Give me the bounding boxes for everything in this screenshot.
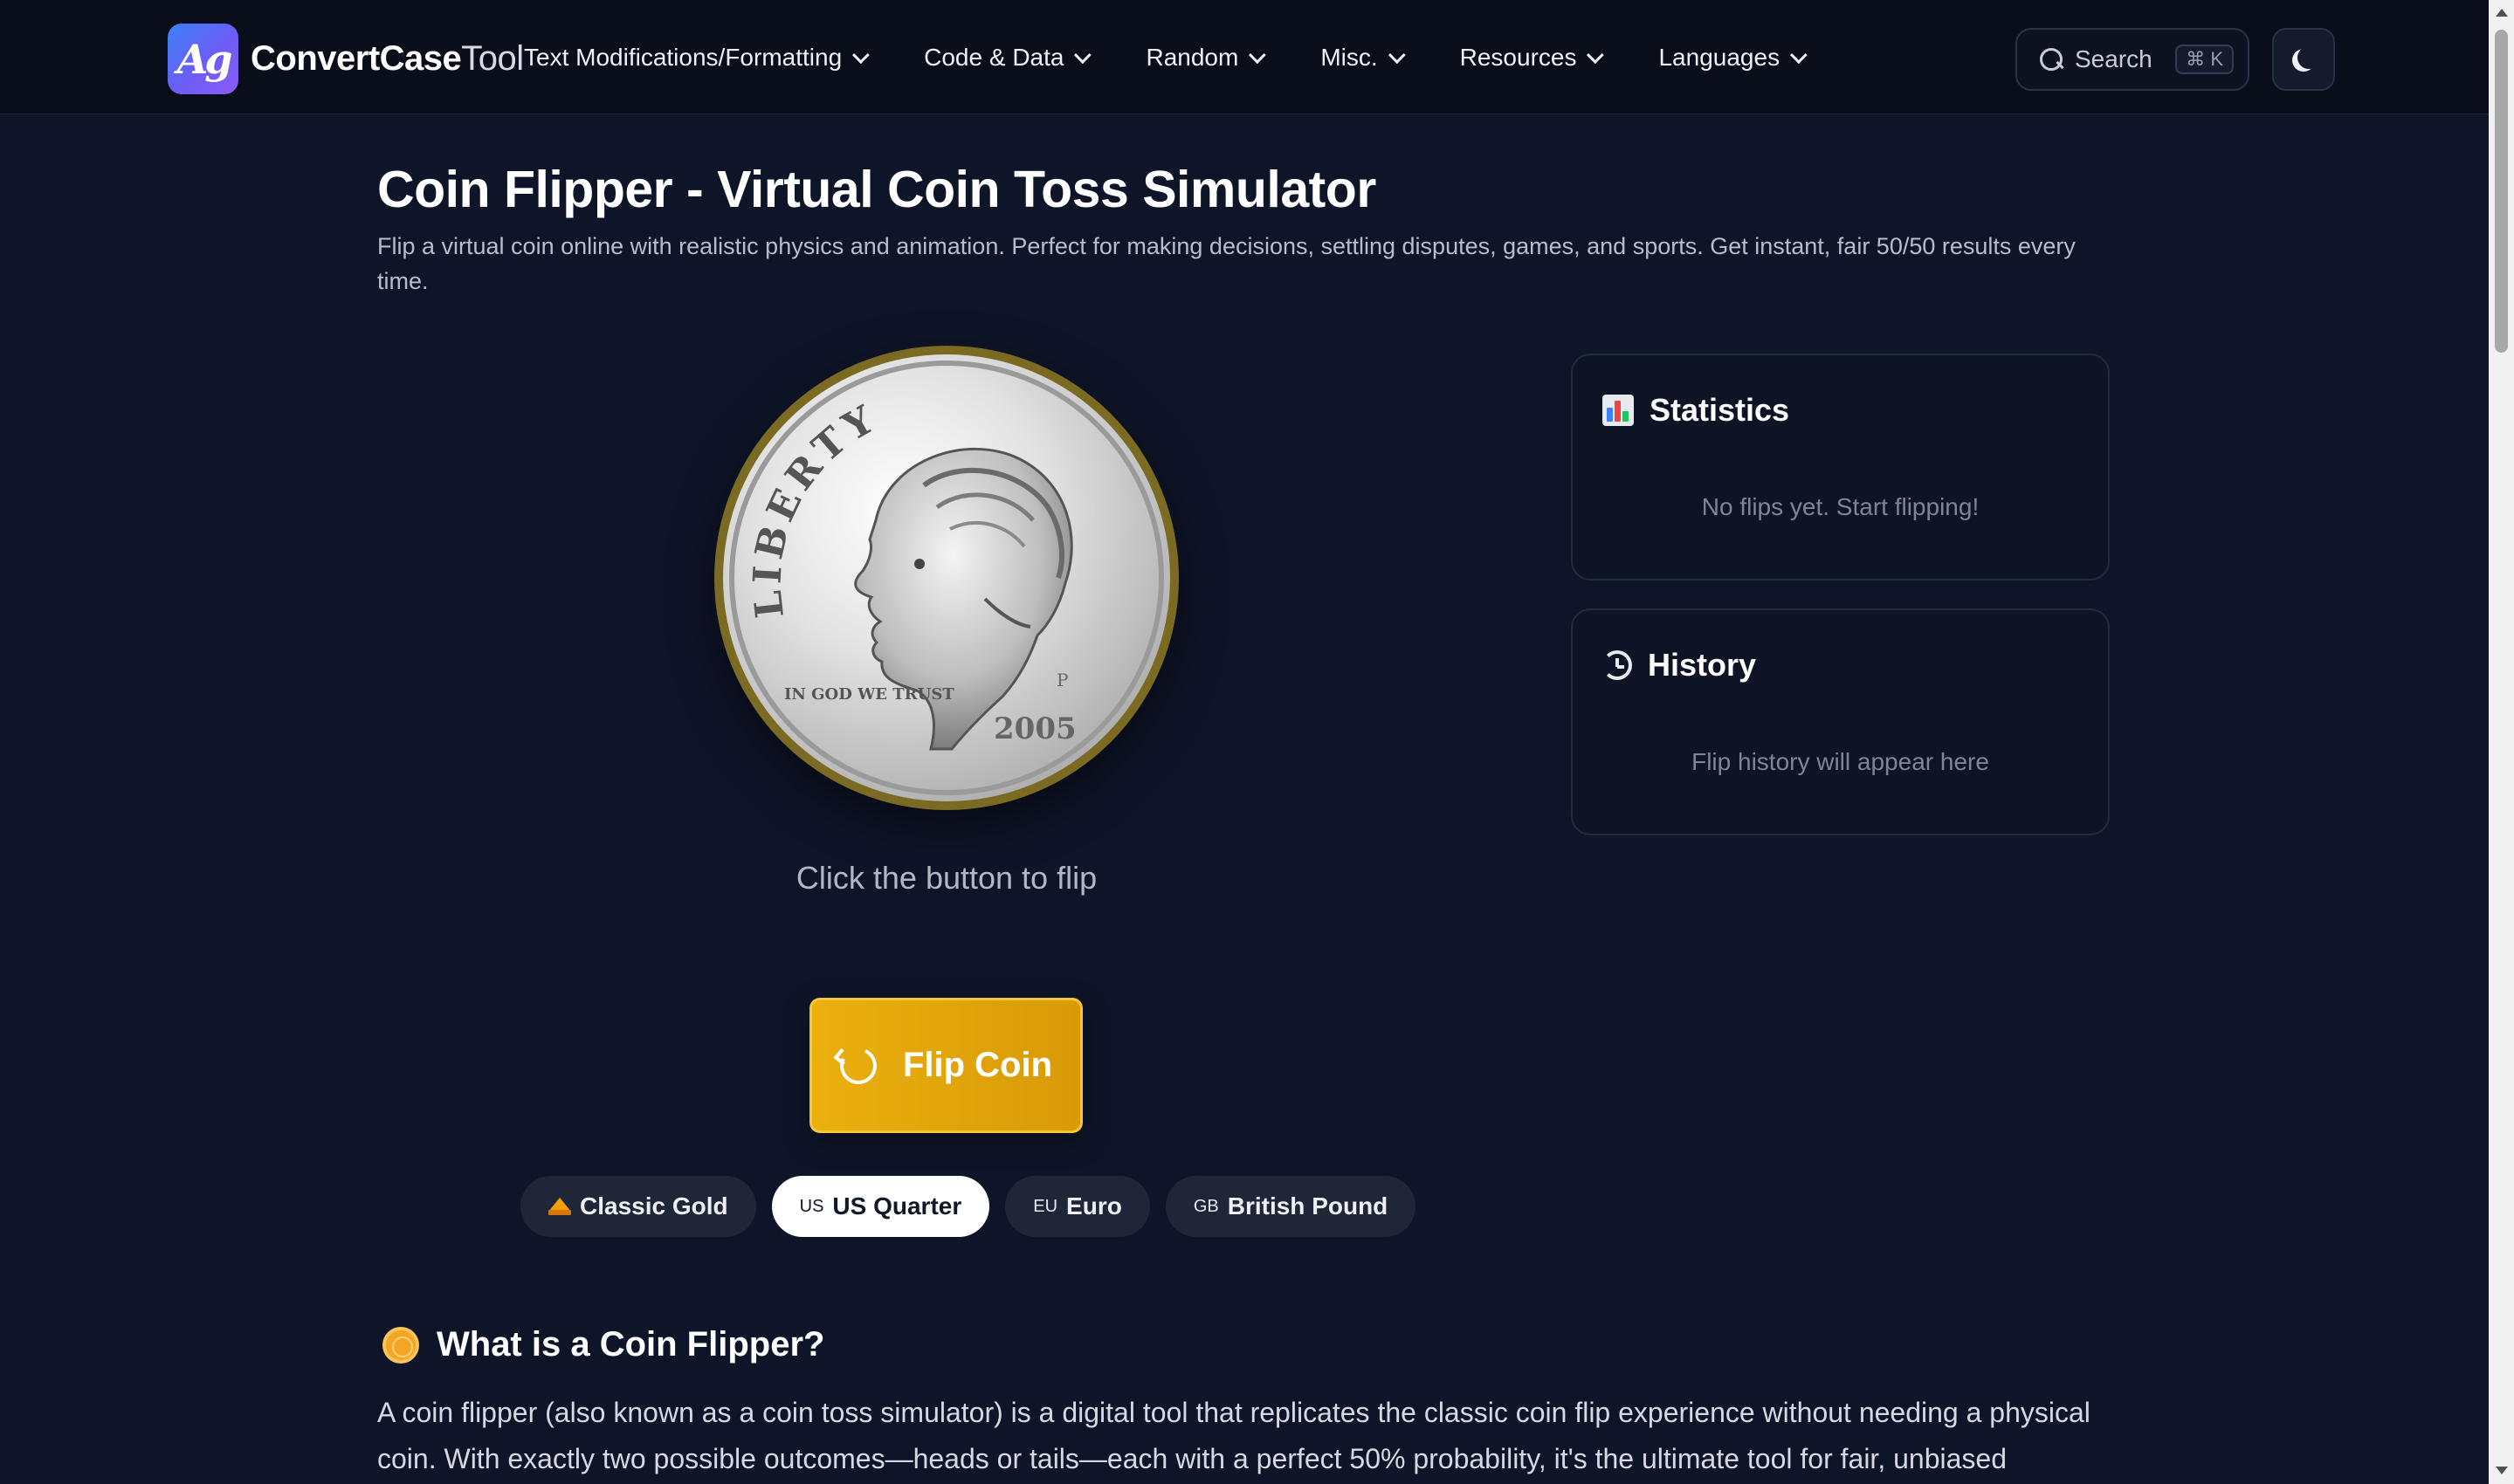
- logo-icon: Ag: [168, 24, 238, 94]
- nav-random[interactable]: Random: [1146, 44, 1267, 72]
- search-shortcut: ⌘ K: [2175, 45, 2234, 74]
- nav-code-data[interactable]: Code & Data: [924, 44, 1092, 72]
- chevron-down-icon: [1587, 45, 1605, 64]
- statistics-header: Statistics: [1602, 392, 1789, 429]
- chevron-down-icon: [1074, 45, 1092, 64]
- coin-face: LIBERTY IN GOD WE TRUST 2005 P: [723, 354, 1170, 801]
- history-empty-text: Flip history will appear here: [1691, 748, 1989, 775]
- history-header: History: [1602, 647, 1756, 684]
- chevron-down-icon: [1249, 45, 1267, 64]
- nav-resources[interactable]: Resources: [1460, 44, 1605, 72]
- section-heading: What is a Coin Flipper?: [382, 1325, 824, 1364]
- statistics-title: Statistics: [1650, 392, 1790, 428]
- scroll-down-arrow[interactable]: [2496, 1467, 2508, 1474]
- page-title: Coin Flipper - Virtual Coin Toss Simulat…: [377, 161, 1376, 218]
- history-icon: [1602, 650, 1632, 680]
- coin-style-selector: Classic Gold US US Quarter EU Euro GB Br…: [520, 1176, 1416, 1237]
- history-title: History: [1648, 647, 1757, 683]
- scroll-up-arrow[interactable]: [2496, 9, 2508, 17]
- svg-text:P: P: [1057, 670, 1068, 690]
- flag-us-icon: US: [799, 1196, 824, 1216]
- svg-text:2005: 2005: [994, 711, 1077, 746]
- scrollbar-thumb[interactable]: [2495, 30, 2508, 353]
- history-panel: History Flip history will appear here: [1571, 608, 2110, 835]
- page-scrollbar[interactable]: [2489, 0, 2514, 1484]
- section-paragraph: A coin flipper (also known as a coin tos…: [377, 1397, 2090, 1474]
- bar-chart-icon: [1602, 395, 1634, 426]
- rotate-icon: [835, 1041, 882, 1089]
- nav-languages[interactable]: Languages: [1658, 44, 1808, 72]
- style-us-quarter[interactable]: US US Quarter: [771, 1176, 990, 1237]
- style-euro[interactable]: EU Euro: [1005, 1176, 1150, 1237]
- chevron-down-icon: [1388, 45, 1406, 64]
- search-label: Search: [2075, 45, 2152, 72]
- crown-icon: [548, 1198, 571, 1215]
- nav-text-modifications[interactable]: Text Modifications/Formatting: [524, 44, 870, 72]
- coin[interactable]: LIBERTY IN GOD WE TRUST 2005 P: [714, 346, 1179, 810]
- statistics-empty-text: No flips yet. Start flipping!: [1701, 493, 1980, 520]
- top-navbar: Ag ConvertCaseTool Text Modifications/Fo…: [0, 0, 2489, 114]
- page-subtitle: Flip a virtual coin online with realisti…: [377, 233, 2076, 294]
- search-icon: [2040, 48, 2063, 71]
- main-nav: Text Modifications/Formatting Code & Dat…: [524, 0, 1862, 114]
- flip-coin-button[interactable]: Flip Coin: [809, 998, 1083, 1133]
- flag-eu-icon: EU: [1033, 1196, 1058, 1216]
- flip-hint-text: Click the button to flip: [796, 860, 1098, 896]
- flip-coin-label: Flip Coin: [902, 1046, 1053, 1084]
- logo-text: ConvertCaseTool: [251, 39, 524, 78]
- search-button[interactable]: Search ⌘ K: [2015, 28, 2249, 91]
- flag-gb-icon: GB: [1193, 1196, 1219, 1216]
- coin-icon: [382, 1326, 419, 1364]
- style-classic-gold[interactable]: Classic Gold: [520, 1176, 756, 1237]
- theme-toggle-button[interactable]: [2272, 28, 2335, 91]
- statistics-panel: Statistics No flips yet. Start flipping!: [1571, 354, 2110, 581]
- coin-portrait-image: LIBERTY IN GOD WE TRUST 2005 P: [729, 361, 1164, 795]
- site-logo[interactable]: Ag ConvertCaseTool: [168, 24, 524, 94]
- svg-text:IN GOD WE TRUST: IN GOD WE TRUST: [784, 685, 954, 704]
- moon-icon: [2297, 46, 2320, 69]
- nav-misc[interactable]: Misc.: [1320, 44, 1406, 72]
- chevron-down-icon: [1789, 45, 1808, 64]
- chevron-down-icon: [852, 45, 870, 64]
- style-british-pound[interactable]: GB British Pound: [1165, 1176, 1416, 1237]
